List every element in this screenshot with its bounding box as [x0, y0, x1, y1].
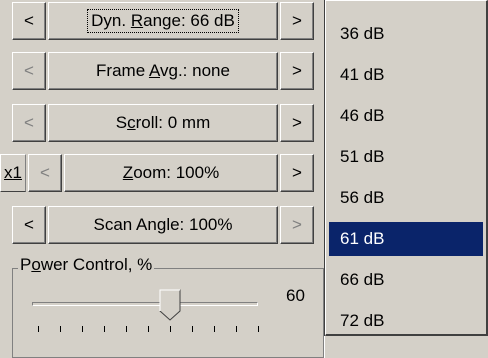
slider-tick [60, 326, 61, 332]
slider-tick [192, 326, 193, 332]
scroll-increase-button[interactable]: > [280, 104, 314, 142]
slider-tick [236, 326, 237, 332]
scroll-button[interactable]: Scroll: 0 mm [48, 104, 278, 142]
increase-label: > [292, 163, 302, 182]
frame-avg-increase-button[interactable]: > [280, 52, 314, 90]
dyn-range-label: Dyn. Range: 66 dB [87, 9, 239, 33]
dyn-range-label-part2: R [130, 11, 144, 30]
frame-avg-button[interactable]: Frame Avg.: none [48, 52, 278, 90]
slider-tick [170, 326, 171, 332]
dropdown-option[interactable]: 61 dB [329, 222, 483, 256]
zoom-decrease-button[interactable]: < [28, 154, 62, 192]
slider-tick [148, 326, 149, 332]
decrease-label: < [24, 11, 34, 30]
frame-avg-label: Frame Avg.: none [96, 61, 230, 80]
slider-tick [82, 326, 83, 332]
decrease-label: < [40, 163, 50, 182]
dyn-range-label-part3: ange: 66 dB [143, 11, 235, 30]
zoom-label: Zoom: 100% [122, 163, 220, 182]
slider-tick [104, 326, 105, 332]
dyn-range-decrease-button[interactable]: < [12, 2, 46, 40]
power-slider-track[interactable] [32, 302, 258, 306]
decrease-label: < [24, 215, 34, 234]
zoom-button[interactable]: Zoom: 100% [64, 154, 278, 192]
increase-label: > [292, 61, 302, 80]
scan-angle-increase-button[interactable]: > [280, 206, 314, 244]
power-slider-thumb[interactable] [159, 289, 181, 321]
scroll-decrease-button[interactable]: < [12, 104, 46, 142]
zoom-increase-button[interactable]: > [280, 154, 314, 192]
increase-label: > [292, 215, 302, 234]
power-control-title: Power Control, % [18, 255, 155, 275]
dropdown-option[interactable]: 46 dB [329, 99, 483, 133]
scan-angle-button[interactable]: Scan Angle: 100% [48, 206, 278, 244]
dropdown-option[interactable]: 41 dB [329, 58, 483, 92]
slider-tick [258, 326, 259, 332]
dropdown-option[interactable]: 72 dB [329, 304, 483, 338]
power-value: 60 [286, 286, 305, 305]
scan-angle-decrease-button[interactable]: < [12, 206, 46, 244]
dyn-range-dropdown-list[interactable]: 36 dB 41 dB 46 dB 51 dB 56 dB 61 dB 66 dB 72 dB [325, 0, 488, 336]
decrease-label: < [24, 113, 34, 132]
scan-angle-label: Scan Angle: 100% [93, 215, 233, 234]
zoom-x1-button[interactable]: x1 [0, 154, 26, 192]
dyn-range-button[interactable]: Dyn. Range: 66 dB [48, 2, 278, 40]
dropdown-option[interactable]: 66 dB [329, 263, 483, 297]
scroll-label: Scroll: 0 mm [115, 113, 211, 132]
slider-tick [214, 326, 215, 332]
dropdown-option[interactable]: 51 dB [329, 140, 483, 174]
increase-label: > [292, 113, 302, 132]
frame-avg-decrease-button[interactable]: < [12, 52, 46, 90]
dropdown-option[interactable]: 36 dB [329, 17, 483, 51]
increase-label: > [292, 11, 302, 30]
slider-tick [38, 326, 39, 332]
decrease-label: < [24, 61, 34, 80]
dyn-range-label-part1: Dyn. [91, 11, 131, 30]
dyn-range-increase-button[interactable]: > [280, 2, 314, 40]
x1-label: x1 [4, 163, 22, 182]
slider-tick [126, 326, 127, 332]
power-slider-ticks [38, 326, 262, 336]
dropdown-option[interactable]: 56 dB [329, 181, 483, 215]
